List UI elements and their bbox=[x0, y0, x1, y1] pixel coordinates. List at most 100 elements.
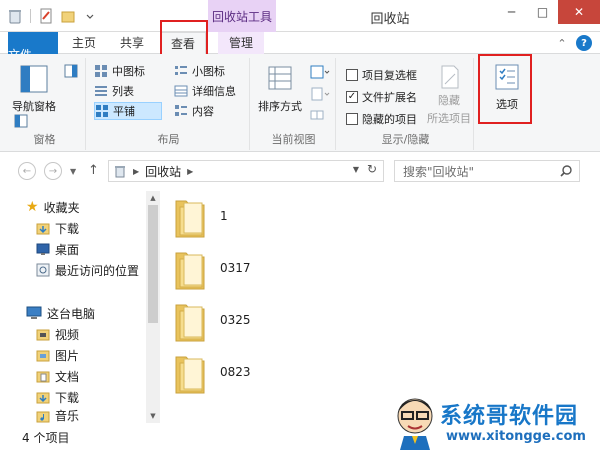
address-bar[interactable]: ▶ 回收站 ▶ ▼ ↻ bbox=[108, 160, 384, 182]
size-columns-icon bbox=[310, 110, 324, 120]
minimize-button[interactable]: ─ bbox=[496, 0, 527, 24]
file-name: 0325 bbox=[220, 313, 251, 327]
forward-button[interactable]: → bbox=[44, 162, 62, 180]
tree-item-documents[interactable]: 文档 bbox=[36, 366, 79, 386]
layout-details[interactable]: 详细信息 bbox=[174, 82, 236, 100]
list-item[interactable]: 0823 bbox=[172, 349, 251, 395]
size-columns-button[interactable] bbox=[310, 108, 324, 122]
small-icons-icon bbox=[175, 66, 187, 75]
item-check-boxes-toggle[interactable]: 项目复选框 bbox=[346, 66, 417, 84]
preview-pane-icon bbox=[64, 64, 78, 78]
sort-by-button[interactable]: 排序方式 bbox=[258, 64, 302, 114]
hide-selected-items-button[interactable]: 隐藏 所选项目 bbox=[426, 64, 472, 126]
tree-item-label: 图片 bbox=[55, 348, 80, 363]
breadcrumb-recycle-bin[interactable]: 回收站 bbox=[145, 163, 181, 180]
tiles-label: 平铺 bbox=[113, 105, 135, 118]
documents-folder-icon bbox=[36, 371, 50, 383]
list-label: 列表 bbox=[112, 85, 134, 98]
file-name: 1 bbox=[220, 209, 228, 223]
scroll-up-icon[interactable]: ▲ bbox=[146, 191, 160, 205]
music-folder-icon bbox=[36, 411, 50, 422]
videos-folder-icon bbox=[36, 329, 50, 341]
tree-item-downloads[interactable]: 下载 bbox=[36, 218, 79, 238]
download-folder-icon bbox=[36, 223, 50, 235]
tiles-icon bbox=[96, 105, 108, 117]
tree-favorites-label: 收藏夹 bbox=[43, 200, 80, 215]
tree-item-music[interactable]: 音乐 bbox=[36, 408, 79, 423]
tab-home[interactable]: 主页 bbox=[62, 32, 106, 54]
details-pane-button[interactable] bbox=[14, 114, 28, 128]
item-check-boxes-checkbox[interactable] bbox=[346, 69, 358, 81]
file-name-extensions-toggle[interactable]: ✓ 文件扩展名 bbox=[346, 88, 417, 106]
content-icon bbox=[175, 105, 187, 116]
refresh-icon[interactable]: ↻ bbox=[367, 162, 377, 176]
ribbon-tab-bar: 文件 主页 共享 查看 管理 ⌃ ? bbox=[0, 32, 600, 78]
list-item[interactable]: 0317 bbox=[172, 245, 251, 291]
help-icon[interactable]: ? bbox=[576, 35, 592, 51]
hidden-items-toggle[interactable]: 隐藏的项目 bbox=[346, 110, 417, 128]
desktop-icon bbox=[36, 243, 50, 255]
group-by-icon bbox=[310, 65, 330, 79]
tree-favorites[interactable]: ★ 收藏夹 bbox=[26, 197, 80, 217]
hidden-items-checkbox[interactable] bbox=[346, 113, 358, 125]
navigation-bar: ← → ▼ ↑ ▶ 回收站 ▶ ▼ ↻ 搜索"回收站" bbox=[0, 153, 600, 189]
file-name-extensions-checkbox[interactable]: ✓ bbox=[346, 91, 358, 103]
address-dropdown-icon[interactable]: ▼ bbox=[353, 165, 359, 174]
tree-item-videos[interactable]: 视频 bbox=[36, 324, 79, 344]
collapse-ribbon-icon[interactable]: ⌃ bbox=[554, 35, 570, 51]
medium-icons-icon bbox=[95, 65, 107, 77]
sort-by-label: 排序方式 bbox=[258, 100, 302, 113]
scroll-down-icon[interactable]: ▼ bbox=[146, 409, 160, 423]
tree-this-pc[interactable]: 这台电脑 bbox=[26, 303, 95, 323]
list-item[interactable]: 1 bbox=[172, 193, 228, 239]
recent-locations-icon[interactable]: ▼ bbox=[70, 167, 76, 176]
maximize-button[interactable]: □ bbox=[527, 0, 558, 24]
search-placeholder: 搜索"回收站" bbox=[403, 164, 475, 179]
recycle-bin-icon bbox=[115, 166, 125, 178]
layout-content[interactable]: 内容 bbox=[174, 102, 214, 120]
layout-small-icons[interactable]: 小图标 bbox=[174, 62, 225, 80]
computer-icon bbox=[26, 306, 42, 319]
back-button[interactable]: ← bbox=[18, 162, 36, 180]
tree-item-pictures[interactable]: 图片 bbox=[36, 345, 79, 365]
details-pane-icon bbox=[14, 114, 28, 128]
group-layout-label: 布局 bbox=[157, 133, 180, 146]
breadcrumb-separator-icon[interactable]: ▶ bbox=[187, 167, 193, 176]
layout-list[interactable]: 列表 bbox=[94, 82, 134, 100]
content-label: 内容 bbox=[192, 105, 214, 118]
tree-item-label: 下载 bbox=[55, 390, 80, 405]
nav-pane-scrollbar[interactable]: ▲ ▼ bbox=[146, 191, 160, 423]
tree-item-desktop[interactable]: 桌面 bbox=[36, 239, 79, 259]
folder-icon bbox=[175, 304, 205, 342]
search-box[interactable]: 搜索"回收站" bbox=[394, 160, 580, 182]
download-folder-icon bbox=[36, 392, 50, 404]
folder-icon bbox=[175, 356, 205, 394]
list-item[interactable]: 0325 bbox=[172, 297, 251, 343]
group-layout: 中图标 小图标 列表 详细信息 平铺 内容 布局 bbox=[88, 58, 250, 150]
layout-medium-icons[interactable]: 中图标 bbox=[94, 62, 145, 80]
watermark-title: 系统哥软件园 bbox=[440, 404, 579, 429]
medium-icons-label: 中图标 bbox=[112, 65, 145, 78]
search-icon[interactable] bbox=[559, 164, 573, 178]
preview-pane-button[interactable] bbox=[64, 64, 78, 78]
close-button[interactable]: ✕ bbox=[558, 0, 600, 24]
tab-manage[interactable]: 管理 bbox=[218, 32, 264, 54]
group-by-button[interactable] bbox=[310, 64, 330, 80]
hide-selected-items-icon bbox=[441, 65, 459, 89]
add-columns-button[interactable] bbox=[310, 86, 330, 102]
tree-item-downloads-pc[interactable]: 下载 bbox=[36, 387, 79, 407]
group-current-view: 排序方式 当前视图 bbox=[252, 58, 336, 150]
folder-icon bbox=[175, 252, 205, 290]
breadcrumb-separator-icon[interactable]: ▶ bbox=[133, 167, 139, 176]
scroll-thumb[interactable] bbox=[148, 205, 158, 323]
layout-tiles[interactable]: 平铺 bbox=[94, 102, 162, 120]
highlight-view-tab bbox=[160, 20, 208, 58]
tree-item-recent-places[interactable]: 最近访问的位置 bbox=[36, 260, 139, 280]
hidden-items-label: 隐藏的项目 bbox=[362, 113, 417, 126]
ribbon-tools: ⌃ ? bbox=[554, 35, 592, 51]
navigation-pane-button[interactable]: 导航窗格 bbox=[12, 64, 56, 114]
details-icon bbox=[174, 85, 188, 97]
group-panes: 导航窗格 窗格 bbox=[4, 58, 86, 150]
tab-share[interactable]: 共享 bbox=[110, 32, 154, 54]
up-button[interactable]: ↑ bbox=[88, 163, 99, 178]
